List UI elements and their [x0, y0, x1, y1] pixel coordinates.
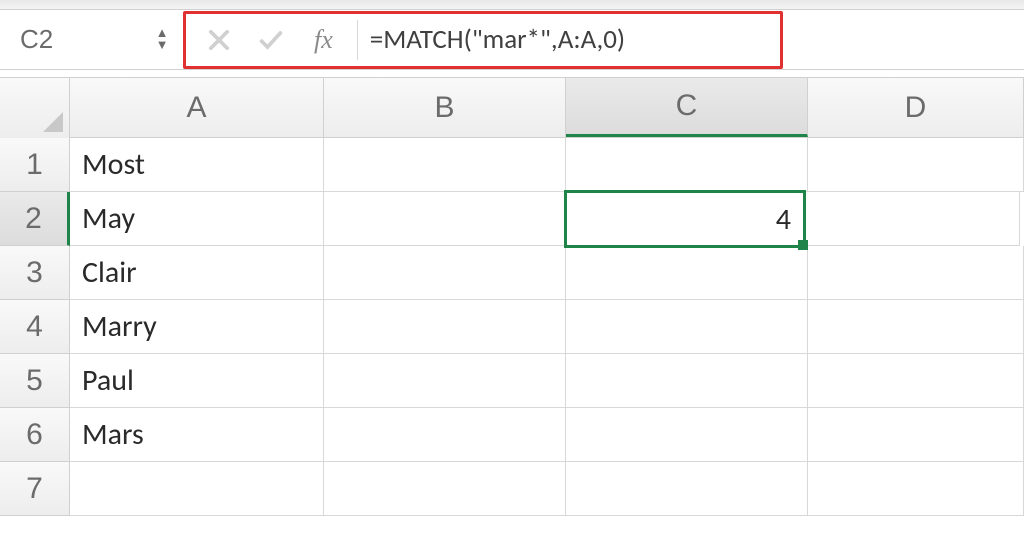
select-all-corner[interactable]	[0, 78, 70, 138]
cell-d1[interactable]	[808, 138, 1024, 192]
row-7: 7	[0, 462, 1024, 516]
insert-function-button[interactable]: fx	[308, 25, 339, 55]
confirm-formula-button[interactable]	[256, 25, 286, 55]
row-6: 6 Mars	[0, 408, 1024, 462]
cell-b5[interactable]	[324, 354, 566, 408]
cell-a2[interactable]: May	[70, 192, 324, 246]
cell-c2[interactable]: 4	[564, 190, 806, 248]
cell-d6[interactable]	[808, 408, 1024, 462]
cell-c1[interactable]	[566, 138, 808, 192]
row-4: 4 Marry	[0, 300, 1024, 354]
cell-a4[interactable]: Marry	[70, 300, 324, 354]
cell-c3[interactable]	[566, 246, 808, 300]
cell-d5[interactable]	[808, 354, 1024, 408]
cell-a6[interactable]: Mars	[70, 408, 324, 462]
row-header-5[interactable]: 5	[0, 354, 70, 408]
cell-b6[interactable]	[324, 408, 566, 462]
close-icon	[205, 26, 233, 54]
row-header-2[interactable]: 2	[0, 192, 70, 246]
cell-b1[interactable]	[324, 138, 566, 192]
cell-b3[interactable]	[324, 246, 566, 300]
cell-c5[interactable]	[566, 354, 808, 408]
cell-d2[interactable]	[804, 192, 1020, 246]
cell-b4[interactable]	[324, 300, 566, 354]
cell-d7[interactable]	[808, 462, 1024, 516]
column-headers: A B C D	[0, 78, 1024, 138]
spinner-down-icon[interactable]: ▼	[156, 41, 169, 51]
cancel-formula-button[interactable]	[204, 25, 234, 55]
name-box[interactable]: C2	[6, 18, 151, 62]
formula-input[interactable]	[358, 23, 780, 56]
formula-box: fx	[183, 11, 783, 69]
cell-a7[interactable]	[70, 462, 324, 516]
row-header-6[interactable]: 6	[0, 408, 70, 462]
cell-c6[interactable]	[566, 408, 808, 462]
spinner-up-icon[interactable]: ▲	[156, 29, 169, 39]
cell-b7[interactable]	[324, 462, 566, 516]
row-header-3[interactable]: 3	[0, 246, 70, 300]
check-icon	[257, 26, 285, 54]
row-3: 3 Clair	[0, 246, 1024, 300]
formula-bar: C2 ▲ ▼ fx	[0, 10, 1024, 70]
row-header-1[interactable]: 1	[0, 138, 70, 192]
row-header-7[interactable]: 7	[0, 462, 70, 516]
cell-a5[interactable]: Paul	[70, 354, 324, 408]
cell-c7[interactable]	[566, 462, 808, 516]
row-2: 2 May 4	[0, 192, 1024, 246]
cell-d3[interactable]	[808, 246, 1024, 300]
column-header-a[interactable]: A	[70, 78, 324, 137]
cell-a3[interactable]: Clair	[70, 246, 324, 300]
cell-d4[interactable]	[808, 300, 1024, 354]
column-header-d[interactable]: D	[808, 78, 1024, 137]
row-1: 1 Most	[0, 138, 1024, 192]
row-5: 5 Paul	[0, 354, 1024, 408]
name-box-spinner[interactable]: ▲ ▼	[151, 29, 173, 51]
cell-b2[interactable]	[324, 192, 566, 246]
cell-c4[interactable]	[566, 300, 808, 354]
column-header-b[interactable]: B	[324, 78, 566, 137]
spreadsheet-grid[interactable]: A B C D 1 Most 2 May 4 3 Clair 4 Marry 5…	[0, 78, 1024, 516]
row-header-4[interactable]: 4	[0, 300, 70, 354]
cell-a1[interactable]: Most	[70, 138, 324, 192]
column-header-c[interactable]: C	[566, 78, 808, 137]
